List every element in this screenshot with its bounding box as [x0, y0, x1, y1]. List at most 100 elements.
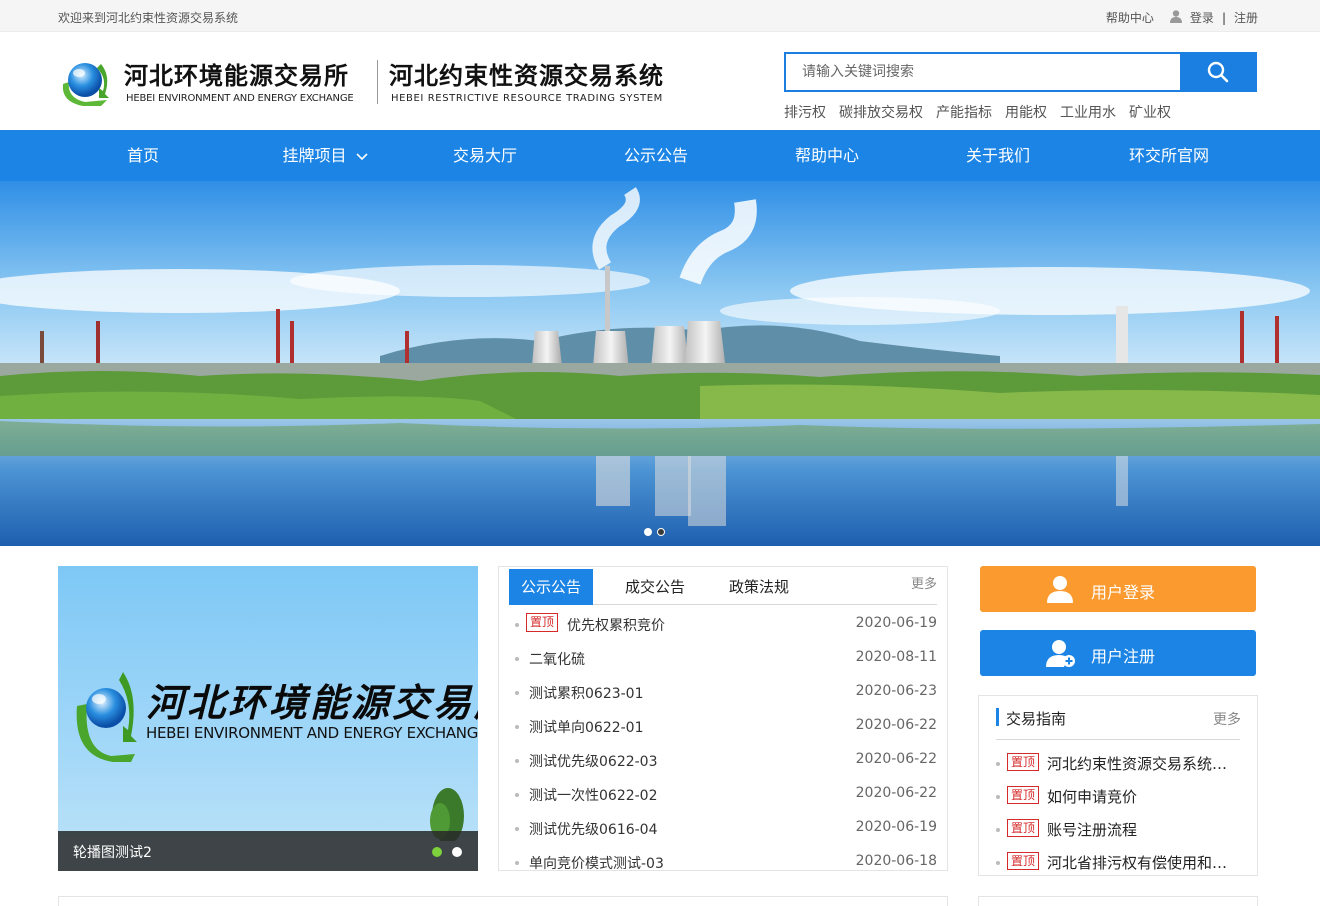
guide-item-title: 账号注册流程	[1047, 821, 1138, 839]
bullet-dot	[515, 793, 519, 797]
bullet-dot	[996, 828, 1000, 832]
announcement-date: 2020-08-11	[855, 649, 937, 665]
bullet-dot	[996, 861, 1000, 865]
link-separator: |	[1221, 10, 1226, 25]
hero-banner[interactable]	[0, 181, 1320, 546]
carousel-logo-icon	[76, 672, 137, 762]
hot-keyword[interactable]: 用能权	[1005, 102, 1047, 122]
announcement-date: 2020-06-23	[855, 683, 937, 699]
login-label: 用户登录	[1091, 583, 1156, 602]
user-login-button[interactable]: 用户登录	[980, 566, 1256, 612]
announcement-date: 2020-06-22	[855, 751, 937, 767]
carousel-pagination	[422, 847, 462, 857]
hot-keyword[interactable]: 碳排放交易权	[839, 102, 923, 122]
main-nav: 首页 挂牌项目 交易大厅 公示公告 帮助中心 关于我们 环交所官网	[0, 130, 1320, 181]
announcement-date: 2020-06-22	[855, 717, 937, 733]
nav-item-help-center[interactable]: 帮助中心	[782, 130, 872, 181]
logo-title-cn: 河北环境能源交易所	[124, 62, 349, 90]
pinned-badge: 置顶	[526, 613, 559, 632]
announcement-title: 测试优先级0622-03	[529, 754, 658, 770]
announcement-title: 优先权累积竞价	[567, 618, 665, 634]
banner-pagination	[644, 528, 670, 536]
guide-item[interactable]: 置顶 河北省排污权有偿使用和…	[996, 852, 1242, 875]
guide-title: 交易指南	[1006, 710, 1067, 728]
banner-dot-active[interactable]	[644, 528, 652, 536]
register-label: 用户注册	[1091, 647, 1156, 666]
banner-dot[interactable]	[657, 528, 665, 536]
hot-keyword[interactable]: 产能指标	[936, 102, 992, 122]
guide-item-title: 河北省排污权有偿使用和…	[1047, 854, 1228, 872]
announcement-tabs: 公示公告 成交公告 政策法规	[509, 569, 937, 605]
register-link[interactable]: 注册	[1234, 9, 1258, 26]
search-box	[784, 52, 1257, 92]
guide-item[interactable]: 置顶 账号注册流程	[996, 819, 1242, 843]
bullet-dot	[996, 795, 1000, 799]
announcement-title: 二氧化硫	[529, 652, 585, 668]
help-center-link[interactable]: 帮助中心	[1106, 9, 1154, 26]
pinned-badge: 置顶	[1007, 819, 1040, 837]
tab-public-notice[interactable]: 公示公告	[509, 569, 593, 605]
user-icon	[1047, 576, 1073, 603]
welcome-text: 欢迎来到河北约束性资源交易系统	[58, 11, 239, 25]
tab-policy[interactable]: 政策法规	[717, 569, 801, 605]
lower-section-left	[58, 896, 948, 906]
announcement-row[interactable]: 二氧化硫 2020-08-11	[515, 649, 937, 683]
guide-item-title: 如何申请竞价	[1047, 788, 1138, 806]
nav-item-about-us[interactable]: 关于我们	[953, 130, 1043, 181]
top-links: 帮助中心 登录 | 注册	[1106, 9, 1258, 26]
guide-divider	[996, 739, 1240, 740]
header: 河北环境能源交易所 HEBEI ENVIRONMENT AND ENERGY E…	[0, 32, 1320, 130]
announcement-row[interactable]: 单向竞价模式测试-03 2020-06-18	[515, 853, 937, 871]
banner-landscape-image	[0, 181, 1320, 546]
announcement-row[interactable]: 测试一次性0622-02 2020-06-22	[515, 785, 937, 819]
search-icon	[1207, 61, 1228, 83]
bullet-dot	[515, 725, 519, 729]
logo-divider	[377, 60, 378, 104]
nav-item-official-site[interactable]: 环交所官网	[1114, 130, 1224, 181]
announcement-row[interactable]: 测试累积0623-01 2020-06-23	[515, 683, 937, 717]
guide-item[interactable]: 置顶 河北约束性资源交易系统…	[996, 753, 1242, 777]
bullet-dot	[515, 827, 519, 831]
announcement-row[interactable]: 测试单向0622-01 2020-06-22	[515, 717, 937, 751]
nav-item-label: 帮助中心	[794, 146, 859, 165]
hot-keyword[interactable]: 矿业权	[1129, 102, 1171, 122]
hot-keywords: 排污权 碳排放交易权 产能指标 用能权 工业用水 矿业权	[784, 102, 1184, 122]
announcement-row[interactable]: 测试优先级0622-03 2020-06-22	[515, 751, 937, 785]
guide-item[interactable]: 置顶 如何申请竞价	[996, 786, 1242, 810]
news-carousel[interactable]: 河北环境能源交易所 HEBEI ENVIRONMENT AND ENERGY E…	[58, 566, 478, 871]
search-input[interactable]	[794, 54, 1174, 90]
nav-item-label: 关于我们	[965, 146, 1030, 165]
announcement-panel: 公示公告 成交公告 政策法规 更多 置顶 优先权累积竞价 2020-06-19 …	[498, 566, 948, 871]
hot-keyword[interactable]: 排污权	[784, 102, 826, 122]
announcement-date: 2020-06-19	[855, 819, 937, 835]
nav-item-listed-projects[interactable]: 挂牌项目	[270, 130, 380, 181]
nav-item-label: 首页	[126, 146, 159, 165]
announcement-row[interactable]: 测试优先级0616-04 2020-06-19	[515, 819, 937, 853]
nav-item-home[interactable]: 首页	[108, 130, 178, 181]
tab-label: 公示公告	[520, 578, 581, 596]
carousel-logo-cn: 河北环境能源交易所	[146, 680, 478, 725]
pinned-badge: 置顶	[1007, 753, 1040, 771]
carousel-caption: 轮播图测试2	[73, 845, 152, 861]
login-link[interactable]: 登录	[1190, 9, 1214, 26]
nav-item-announcements[interactable]: 公示公告	[611, 130, 701, 181]
nav-item-trading-hall[interactable]: 交易大厅	[440, 130, 530, 181]
guide-item-title: 河北约束性资源交易系统…	[1047, 755, 1228, 773]
bullet-dot	[515, 691, 519, 695]
carousel-dot-active[interactable]	[432, 847, 442, 857]
carousel-dot[interactable]	[452, 847, 462, 857]
user-register-button[interactable]: 用户注册	[980, 630, 1256, 676]
top-bar: 欢迎来到河北约束性资源交易系统 帮助中心 登录 | 注册	[0, 0, 1320, 32]
lower-section-right	[978, 896, 1258, 906]
search-button[interactable]	[1180, 52, 1255, 92]
hot-keyword[interactable]: 工业用水	[1060, 102, 1116, 122]
guide-more-link[interactable]: 更多	[1213, 709, 1241, 729]
announcement-title: 单向竞价模式测试-03	[529, 856, 664, 871]
announcement-more-link[interactable]: 更多	[911, 573, 937, 592]
announcement-title: 测试一次性0622-02	[529, 788, 658, 804]
system-title-en: HEBEI RESTRICTIVE RESOURCE TRADING SYSTE…	[391, 93, 663, 104]
announcement-row[interactable]: 置顶 优先权累积竞价 2020-06-19	[515, 613, 937, 649]
logo-globe-icon[interactable]	[57, 54, 113, 110]
tab-deal-notice[interactable]: 成交公告	[613, 569, 697, 605]
user-icon	[1169, 10, 1182, 23]
